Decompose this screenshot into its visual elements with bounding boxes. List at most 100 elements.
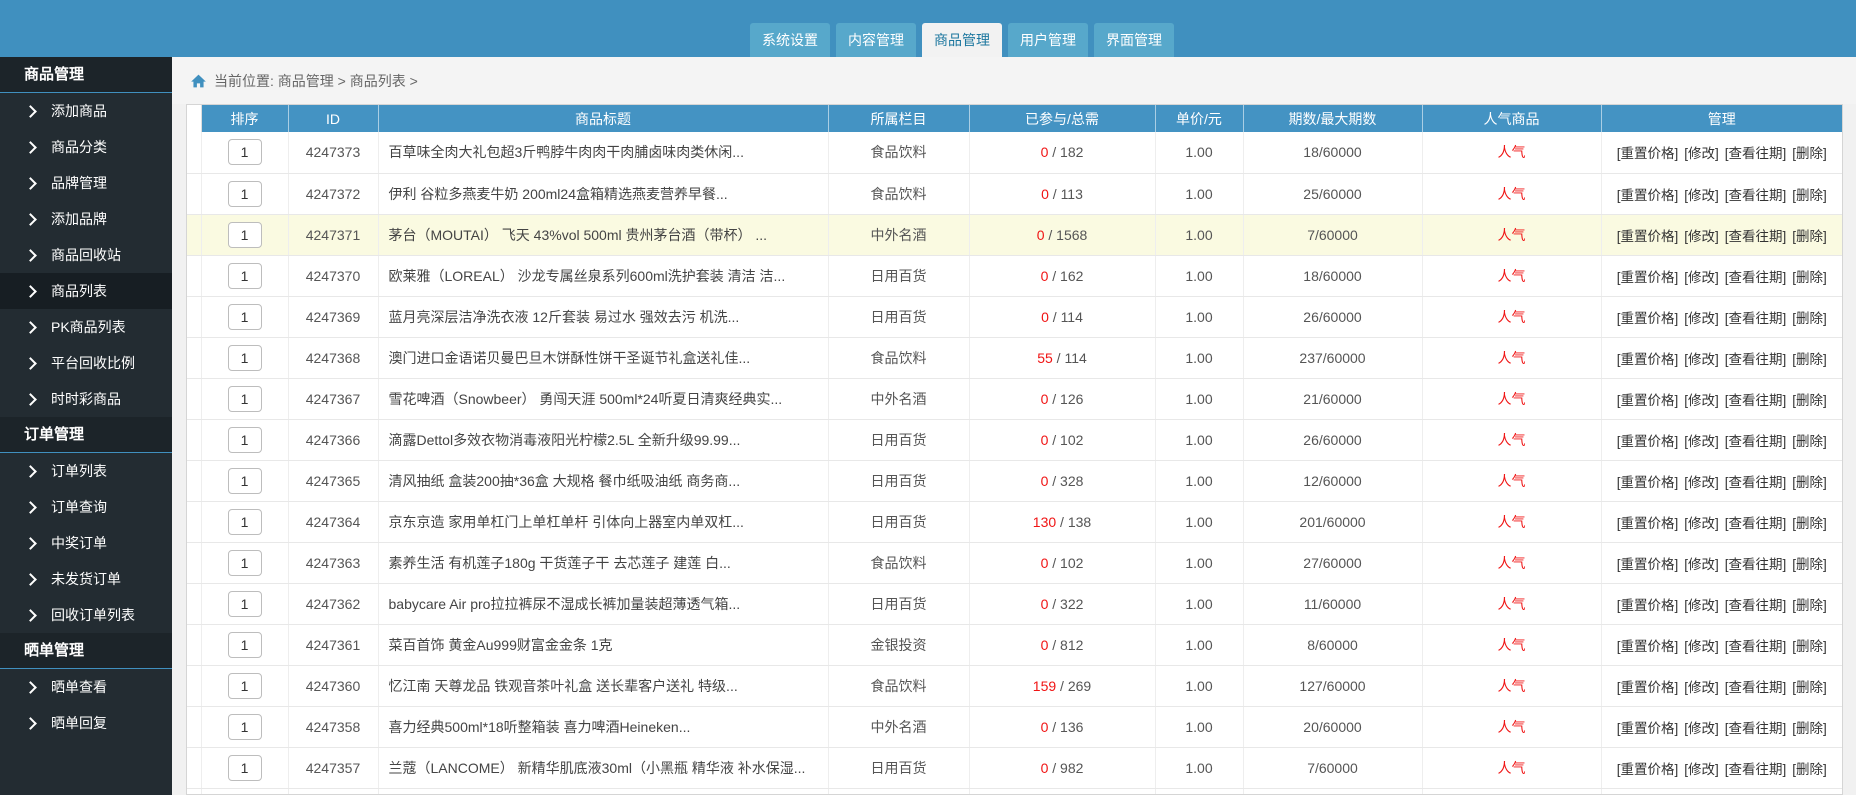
reset-price-link[interactable]: [重置价格] — [1617, 311, 1679, 326]
reset-price-link[interactable]: [重置价格] — [1617, 393, 1679, 408]
view-history-link[interactable]: [查看往期] — [1725, 393, 1787, 408]
delete-link[interactable]: [删除] — [1792, 680, 1827, 695]
edit-link[interactable]: [修改] — [1684, 270, 1719, 285]
delete-link[interactable]: [删除] — [1792, 639, 1827, 654]
sidebar-item[interactable]: 商品列表 — [0, 273, 172, 309]
delete-link[interactable]: [删除] — [1792, 516, 1827, 531]
view-history-link[interactable]: [查看往期] — [1725, 762, 1787, 777]
edit-link[interactable]: [修改] — [1684, 598, 1719, 613]
edit-link[interactable]: [修改] — [1684, 516, 1719, 531]
delete-link[interactable]: [删除] — [1792, 557, 1827, 572]
edit-link[interactable]: [修改] — [1684, 393, 1719, 408]
reset-price-link[interactable]: [重置价格] — [1617, 516, 1679, 531]
edit-link[interactable]: [修改] — [1684, 475, 1719, 490]
delete-link[interactable]: [删除] — [1792, 229, 1827, 244]
edit-link[interactable]: [修改] — [1684, 557, 1719, 572]
view-history-link[interactable]: [查看往期] — [1725, 680, 1787, 695]
tab-4[interactable]: 界面管理 — [1094, 23, 1174, 57]
view-history-link[interactable]: [查看往期] — [1725, 557, 1787, 572]
sidebar-item[interactable]: 添加商品 — [0, 93, 172, 129]
reset-price-link[interactable]: [重置价格] — [1617, 639, 1679, 654]
view-history-link[interactable]: [查看往期] — [1725, 516, 1787, 531]
view-history-link[interactable]: [查看往期] — [1725, 434, 1787, 449]
sort-input[interactable] — [227, 139, 262, 166]
sidebar-item[interactable]: 未发货订单 — [0, 561, 172, 597]
sort-input[interactable] — [227, 672, 262, 699]
tab-1[interactable]: 内容管理 — [836, 23, 916, 57]
sidebar-item[interactable]: PK商品列表 — [0, 309, 172, 345]
reset-price-link[interactable]: [重置价格] — [1617, 598, 1679, 613]
delete-link[interactable]: [删除] — [1792, 188, 1827, 203]
delete-link[interactable]: [删除] — [1792, 598, 1827, 613]
edit-link[interactable]: [修改] — [1684, 762, 1719, 777]
sort-input[interactable] — [227, 262, 262, 289]
delete-link[interactable]: [删除] — [1792, 721, 1827, 736]
sidebar-item[interactable]: 晒单查看 — [0, 669, 172, 705]
sidebar-item[interactable]: 晒单回复 — [0, 705, 172, 741]
view-history-link[interactable]: [查看往期] — [1725, 146, 1787, 161]
sort-input[interactable] — [227, 221, 262, 248]
view-history-link[interactable]: [查看往期] — [1725, 598, 1787, 613]
reset-price-link[interactable]: [重置价格] — [1617, 434, 1679, 449]
sort-input[interactable] — [227, 590, 262, 617]
sort-input[interactable] — [227, 754, 262, 781]
sort-input[interactable] — [227, 508, 262, 535]
tab-3[interactable]: 用户管理 — [1008, 23, 1088, 57]
reset-price-link[interactable]: [重置价格] — [1617, 229, 1679, 244]
delete-link[interactable]: [删除] — [1792, 270, 1827, 285]
view-history-link[interactable]: [查看往期] — [1725, 475, 1787, 490]
reset-price-link[interactable]: [重置价格] — [1617, 352, 1679, 367]
edit-link[interactable]: [修改] — [1684, 146, 1719, 161]
delete-link[interactable]: [删除] — [1792, 762, 1827, 777]
delete-link[interactable]: [删除] — [1792, 393, 1827, 408]
reset-price-link[interactable]: [重置价格] — [1617, 270, 1679, 285]
view-history-link[interactable]: [查看往期] — [1725, 311, 1787, 326]
delete-link[interactable]: [删除] — [1792, 352, 1827, 367]
sidebar-item[interactable]: 商品分类 — [0, 129, 172, 165]
sidebar-item[interactable]: 订单查询 — [0, 489, 172, 525]
tab-2[interactable]: 商品管理 — [922, 23, 1002, 57]
reset-price-link[interactable]: [重置价格] — [1617, 721, 1679, 736]
reset-price-link[interactable]: [重置价格] — [1617, 680, 1679, 695]
sort-input[interactable] — [227, 631, 262, 658]
edit-link[interactable]: [修改] — [1684, 311, 1719, 326]
edit-link[interactable]: [修改] — [1684, 188, 1719, 203]
tab-0[interactable]: 系统设置 — [750, 23, 830, 57]
sort-input[interactable] — [227, 385, 262, 412]
sidebar-item[interactable]: 中奖订单 — [0, 525, 172, 561]
view-history-link[interactable]: [查看往期] — [1725, 352, 1787, 367]
edit-link[interactable]: [修改] — [1684, 721, 1719, 736]
sidebar-item[interactable]: 回收订单列表 — [0, 597, 172, 633]
sidebar-item[interactable]: 添加品牌 — [0, 201, 172, 237]
delete-link[interactable]: [删除] — [1792, 475, 1827, 490]
sort-input[interactable] — [227, 713, 262, 740]
sidebar-item[interactable]: 平台回收比例 — [0, 345, 172, 381]
view-history-link[interactable]: [查看往期] — [1725, 721, 1787, 736]
edit-link[interactable]: [修改] — [1684, 229, 1719, 244]
sort-input[interactable] — [227, 467, 262, 494]
view-history-link[interactable]: [查看往期] — [1725, 270, 1787, 285]
delete-link[interactable]: [删除] — [1792, 434, 1827, 449]
view-history-link[interactable]: [查看往期] — [1725, 188, 1787, 203]
sort-input[interactable] — [227, 303, 262, 330]
sort-input[interactable] — [227, 344, 262, 371]
view-history-link[interactable]: [查看往期] — [1725, 229, 1787, 244]
delete-link[interactable]: [删除] — [1792, 146, 1827, 161]
edit-link[interactable]: [修改] — [1684, 639, 1719, 654]
view-history-link[interactable]: [查看往期] — [1725, 639, 1787, 654]
reset-price-link[interactable]: [重置价格] — [1617, 188, 1679, 203]
edit-link[interactable]: [修改] — [1684, 680, 1719, 695]
sort-input[interactable] — [227, 180, 262, 207]
sidebar-item[interactable]: 商品回收站 — [0, 237, 172, 273]
reset-price-link[interactable]: [重置价格] — [1617, 762, 1679, 777]
sidebar-item[interactable]: 品牌管理 — [0, 165, 172, 201]
sidebar-item[interactable]: 时时彩商品 — [0, 381, 172, 417]
delete-link[interactable]: [删除] — [1792, 311, 1827, 326]
sort-input[interactable] — [227, 426, 262, 453]
sort-input[interactable] — [227, 549, 262, 576]
sidebar-item[interactable]: 订单列表 — [0, 453, 172, 489]
edit-link[interactable]: [修改] — [1684, 434, 1719, 449]
reset-price-link[interactable]: [重置价格] — [1617, 475, 1679, 490]
reset-price-link[interactable]: [重置价格] — [1617, 146, 1679, 161]
edit-link[interactable]: [修改] — [1684, 352, 1719, 367]
